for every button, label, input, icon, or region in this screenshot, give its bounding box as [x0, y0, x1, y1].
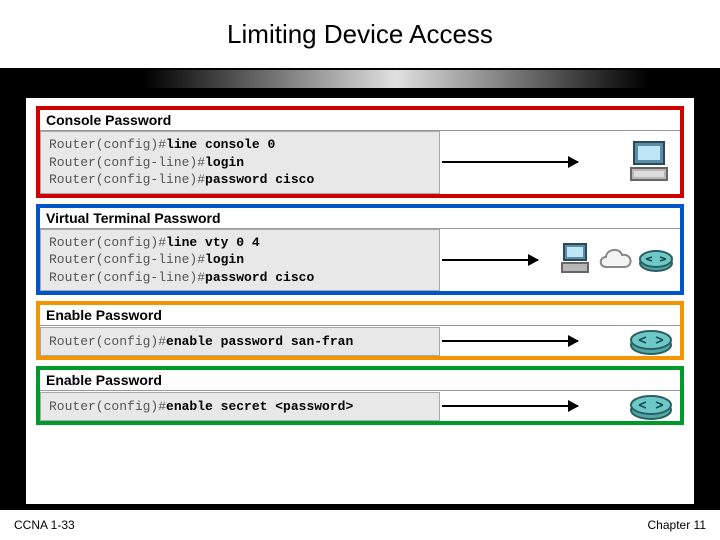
computer-icon: [560, 243, 594, 277]
cloud-icon: [596, 245, 636, 275]
section-header: Enable Password: [40, 370, 680, 391]
footer: CCNA 1-33 Chapter 11: [0, 510, 720, 540]
section-header: Console Password: [40, 110, 680, 131]
router-icon: [628, 391, 674, 421]
footer-right: Chapter 11: [648, 518, 706, 532]
computer-icon: [628, 140, 674, 184]
section-body: Router(config)#enable secret <password>: [40, 391, 680, 421]
gradient-strip: [0, 70, 720, 88]
icon-group: [540, 243, 680, 277]
section-vty-password: Virtual Terminal Password Router(config)…: [36, 204, 684, 296]
arrow-icon: [442, 340, 578, 342]
router-icon: [638, 247, 674, 273]
section-body: Router(config)#enable password san-fran: [40, 326, 680, 356]
command-box: Router(config)#enable secret <password>: [40, 392, 440, 422]
section-header: Virtual Terminal Password: [40, 208, 680, 229]
section-enable-password: Enable Password Router(config)#enable pa…: [36, 301, 684, 360]
section-body: Router(config)#line vty 0 4 Router(confi…: [40, 229, 680, 292]
footer-left: CCNA 1-33: [14, 518, 75, 532]
content-area: Console Password Router(config)#line con…: [26, 98, 694, 504]
router-icon: [628, 326, 674, 356]
icon-router: [580, 391, 680, 421]
icon-pc: [580, 140, 680, 184]
section-header: Enable Password: [40, 305, 680, 326]
arrow-icon: [442, 259, 538, 261]
icon-router: [580, 326, 680, 356]
slide-title: Limiting Device Access: [227, 19, 493, 50]
command-box: Router(config)#enable password san-fran: [40, 327, 440, 357]
command-box: Router(config)#line console 0 Router(con…: [40, 131, 440, 194]
section-body: Router(config)#line console 0 Router(con…: [40, 131, 680, 194]
arrow-icon: [442, 161, 578, 163]
section-enable-secret: Enable Password Router(config)#enable se…: [36, 366, 684, 425]
section-console-password: Console Password Router(config)#line con…: [36, 106, 684, 198]
title-bar: Limiting Device Access: [0, 0, 720, 70]
command-box: Router(config)#line vty 0 4 Router(confi…: [40, 229, 440, 292]
arrow-icon: [442, 405, 578, 407]
